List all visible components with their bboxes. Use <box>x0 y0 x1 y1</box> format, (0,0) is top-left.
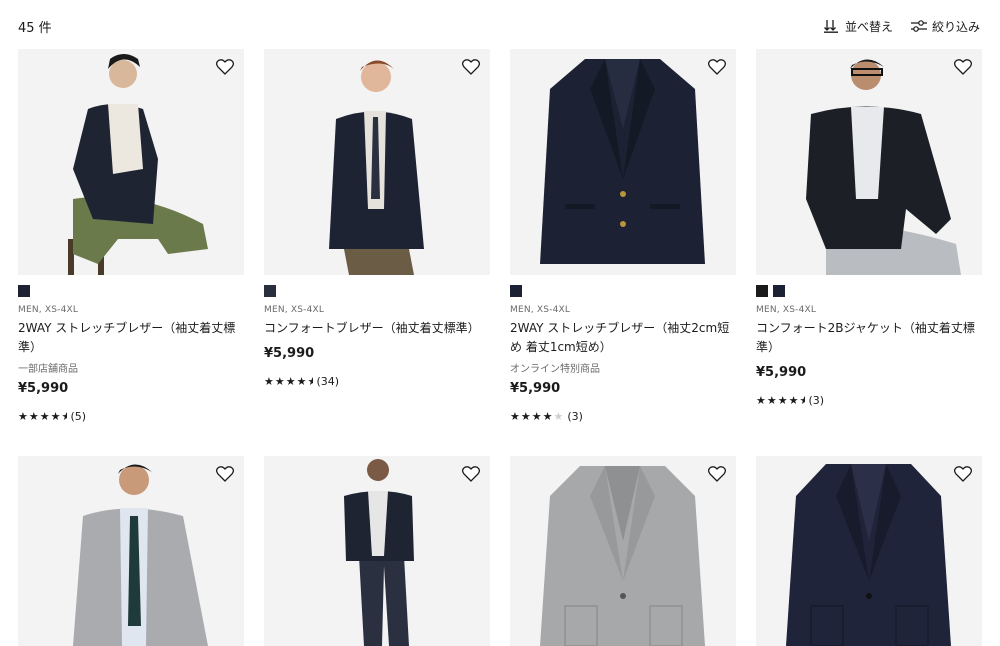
product-name[interactable]: 2WAY ストレッチブレザー（袖丈着丈標準） <box>18 319 244 357</box>
color-swatch[interactable] <box>18 285 30 297</box>
availability-note: 一部店舗商品 <box>18 364 78 375</box>
filter-label: 絞り込み <box>931 19 980 34</box>
rating: ★★★★★ (3) <box>756 394 982 407</box>
product-price: ¥5,990 <box>510 381 561 396</box>
color-swatch[interactable] <box>510 285 522 297</box>
model-photo <box>329 60 424 275</box>
model-photo <box>806 59 961 275</box>
sliders-icon <box>910 20 927 32</box>
product-card[interactable]: MEN, XS-4XL 2WAY ストレッチブレザー（袖丈着丈標準） 一部店舗商… <box>18 49 244 423</box>
color-swatch[interactable] <box>756 285 768 297</box>
color-swatch[interactable] <box>264 285 276 297</box>
review-count: (3) <box>808 394 825 407</box>
product-price: ¥5,990 <box>264 346 315 361</box>
availability-note: オンライン特別商品 <box>510 364 600 375</box>
star-rating: ★★★★★ <box>18 410 68 423</box>
color-swatch[interactable] <box>773 285 785 297</box>
favorite-button[interactable] <box>215 466 235 482</box>
product-meta: MEN, XS-4XL <box>756 305 817 315</box>
favorite-button[interactable] <box>707 59 727 75</box>
heart-outline-icon <box>215 59 235 75</box>
color-swatches <box>756 285 982 297</box>
product-card[interactable] <box>756 456 982 646</box>
heart-outline-icon <box>461 59 481 75</box>
product-card[interactable] <box>510 456 736 646</box>
color-swatches <box>18 285 244 297</box>
product-grid-row-2 <box>18 456 982 646</box>
favorite-button[interactable] <box>215 59 235 75</box>
favorite-button[interactable] <box>953 59 973 75</box>
product-card[interactable]: MEN, XS-4XL コンフォートブレザー（袖丈着丈標準） ¥5,990 ★★… <box>264 49 490 423</box>
product-image[interactable] <box>18 49 244 275</box>
heart-outline-icon <box>953 59 973 75</box>
product-meta: MEN, XS-4XL <box>18 305 79 315</box>
product-image[interactable] <box>510 49 736 275</box>
product-name[interactable]: 2WAY ストレッチブレザー（袖丈2cm短め 着丈1cm短め） <box>510 319 736 357</box>
product-grid: MEN, XS-4XL 2WAY ストレッチブレザー（袖丈着丈標準） 一部店舗商… <box>18 49 982 423</box>
product-name[interactable]: コンフォート2Bジャケット（袖丈着丈標準） <box>756 319 982 357</box>
favorite-button[interactable] <box>461 466 481 482</box>
review-count: (34) <box>316 375 340 388</box>
heart-outline-icon <box>707 59 727 75</box>
product-card[interactable] <box>18 456 244 646</box>
star-rating: ★★★★★ <box>264 375 314 388</box>
heart-outline-icon <box>215 466 235 482</box>
product-name[interactable]: コンフォートブレザー（袖丈着丈標準） <box>264 319 490 338</box>
favorite-button[interactable] <box>461 59 481 75</box>
product-card[interactable]: MEN, XS-4XL 2WAY ストレッチブレザー（袖丈2cm短め 着丈1cm… <box>510 49 736 423</box>
star-rating: ★★★★★ <box>510 410 565 423</box>
product-meta: MEN, XS-4XL <box>264 305 325 315</box>
star-rating: ★★★★★ <box>756 394 806 407</box>
color-swatches <box>264 285 490 297</box>
sort-arrows-icon <box>823 20 838 33</box>
sort-label: 並べ替え <box>844 19 893 34</box>
filter-button[interactable]: 絞り込み <box>910 18 980 35</box>
rating: ★★★★★ (34) <box>264 375 490 388</box>
product-image[interactable] <box>756 49 982 275</box>
model-photo <box>73 464 208 646</box>
result-count: 45 件 <box>18 20 52 36</box>
product-image[interactable] <box>264 49 490 275</box>
rating: ★★★★★ (3) <box>510 410 736 423</box>
product-price: ¥5,990 <box>756 365 807 380</box>
results-header: 45 件 並べ替え 絞り込み <box>18 14 980 38</box>
product-image[interactable] <box>18 456 244 646</box>
sort-button[interactable]: 並べ替え <box>823 18 893 35</box>
favorite-button[interactable] <box>953 466 973 482</box>
product-card[interactable]: MEN, XS-4XL コンフォート2Bジャケット（袖丈着丈標準） ¥5,990… <box>756 49 982 423</box>
toolbar: 並べ替え 絞り込み <box>823 18 980 35</box>
product-meta: MEN, XS-4XL <box>510 305 571 315</box>
model-photo <box>344 459 414 646</box>
jacket-photo <box>540 59 705 264</box>
heart-outline-icon <box>953 466 973 482</box>
model-photo <box>68 54 208 275</box>
review-count: (5) <box>70 410 87 423</box>
color-swatches <box>510 285 736 297</box>
heart-outline-icon <box>707 466 727 482</box>
product-image[interactable] <box>756 456 982 646</box>
product-card[interactable] <box>264 456 490 646</box>
heart-outline-icon <box>461 466 481 482</box>
review-count: (3) <box>567 410 583 423</box>
product-image[interactable] <box>264 456 490 646</box>
jacket-photo <box>540 466 705 646</box>
product-price: ¥5,990 <box>18 381 69 396</box>
product-image[interactable] <box>510 456 736 646</box>
jacket-photo <box>786 464 951 646</box>
rating: ★★★★★ (5) <box>18 410 244 423</box>
favorite-button[interactable] <box>707 466 727 482</box>
